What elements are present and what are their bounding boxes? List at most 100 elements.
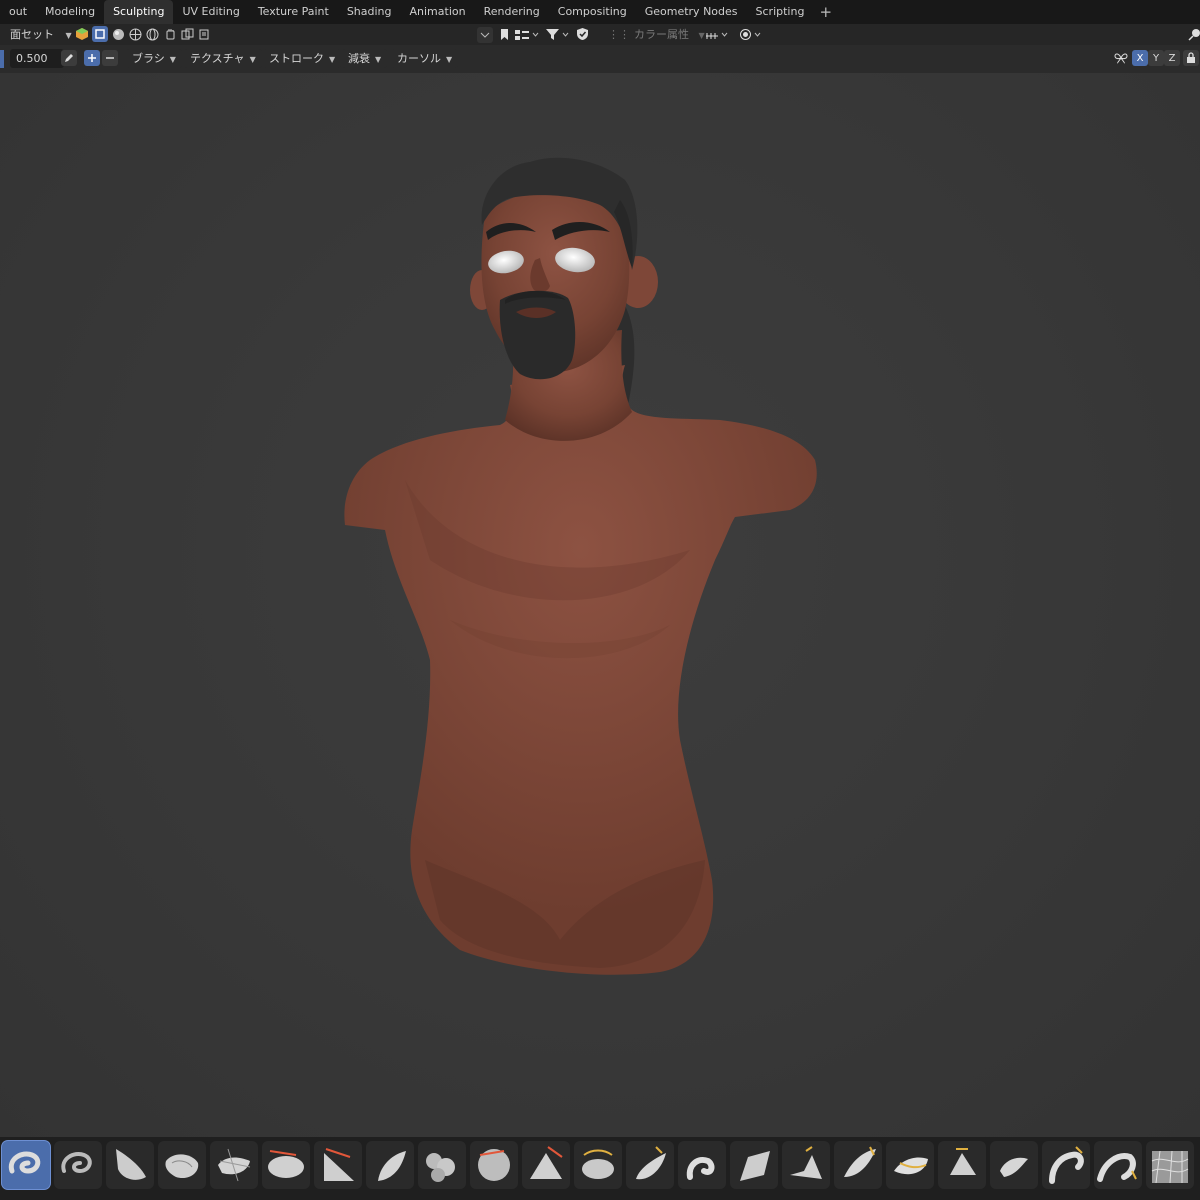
tab-compositing[interactable]: Compositing <box>549 0 636 24</box>
texture-menu[interactable]: テクスチャ ▼ <box>184 49 262 68</box>
tab-layout[interactable]: out <box>0 0 36 24</box>
chevron-down-icon: ▼ <box>169 55 176 64</box>
subtract-direction-icon[interactable] <box>102 50 118 66</box>
brush-crease[interactable] <box>418 1141 466 1189</box>
brush-pinch[interactable] <box>730 1141 778 1189</box>
brush-inflate[interactable] <box>314 1141 362 1189</box>
brush-grab-icon <box>790 1146 822 1179</box>
collapse-icon[interactable] <box>477 27 493 43</box>
tab-shading[interactable]: Shading <box>338 0 401 24</box>
brush-crease-icon <box>426 1153 455 1182</box>
lock-icon[interactable] <box>1183 50 1199 66</box>
brush-draw-sharp-icon <box>61 1152 92 1174</box>
chevron-down-icon: ▼ <box>375 55 382 64</box>
mesh-icon[interactable] <box>74 26 90 42</box>
add-direction-icon[interactable] <box>84 50 100 66</box>
brush-snake-hook[interactable] <box>886 1141 934 1189</box>
palette-icon: ⋮⋮ <box>608 28 630 41</box>
filter-icon[interactable] <box>544 26 572 42</box>
color-attribute-label: カラー属性 <box>634 28 689 41</box>
axis-z-label: Z <box>1168 52 1176 64</box>
brush-pose[interactable] <box>990 1141 1038 1189</box>
workspace-tabs: out Modeling Sculpting UV Editing Textur… <box>0 0 1200 24</box>
brush-blob-icon <box>378 1151 406 1181</box>
tab-sculpting[interactable]: Sculpting <box>104 0 174 24</box>
beard <box>499 290 576 380</box>
add-workspace-button[interactable]: + <box>813 0 838 24</box>
tab-animation[interactable]: Animation <box>401 0 475 24</box>
brush-clay[interactable] <box>106 1141 154 1189</box>
tab-rendering[interactable]: Rendering <box>475 0 549 24</box>
edit-mesh-icon[interactable] <box>196 26 212 42</box>
brush-nudge[interactable] <box>1042 1141 1090 1189</box>
world-icon[interactable] <box>144 26 160 42</box>
brush-rotate-icon <box>1097 1153 1137 1182</box>
tab-geometry-nodes[interactable]: Geometry Nodes <box>636 0 747 24</box>
brush-blob[interactable] <box>366 1141 414 1189</box>
mirror-x-toggle[interactable]: X <box>1132 50 1148 66</box>
box-select-icon[interactable] <box>92 26 108 42</box>
pressure-pen-icon[interactable] <box>61 50 77 66</box>
brush-flatten[interactable] <box>522 1141 570 1189</box>
brush-scrape-icon <box>636 1146 666 1180</box>
strength-field[interactable]: 0.500 <box>10 49 64 68</box>
brush-asset-shelf <box>0 1137 1200 1200</box>
sphere-shading-icon[interactable] <box>110 26 126 42</box>
falloff-menu[interactable]: 減衰 ▼ <box>342 49 388 68</box>
brush-grab[interactable] <box>782 1141 830 1189</box>
symmetry-icon[interactable] <box>704 26 732 42</box>
brush-draw-sharp[interactable] <box>54 1141 102 1189</box>
brush-pose-icon <box>1000 1157 1028 1177</box>
stroke-menu[interactable]: ストローク ▼ <box>263 49 342 68</box>
brush-thumb-icon <box>950 1148 976 1175</box>
brush-elastic-deform[interactable] <box>834 1141 882 1189</box>
brush-draw[interactable] <box>2 1141 50 1189</box>
brush-clay-icon <box>116 1149 146 1180</box>
brush-draw-icon <box>8 1151 41 1174</box>
texture-menu-label: テクスチャ <box>190 52 245 65</box>
butterfly-symmetry-icon[interactable] <box>1113 50 1129 66</box>
pin-icon[interactable] <box>1186 26 1200 42</box>
brush-scrape[interactable] <box>626 1141 674 1189</box>
brush-smooth[interactable] <box>470 1141 518 1189</box>
brush-elastic-deform-icon <box>844 1146 876 1177</box>
brush-pinch-icon <box>740 1151 770 1181</box>
strength-slider-fill <box>0 50 4 68</box>
tab-scripting[interactable]: Scripting <box>747 0 814 24</box>
tab-modeling[interactable]: Modeling <box>36 0 104 24</box>
3d-viewport[interactable] <box>0 73 1200 1137</box>
mirror-y-toggle[interactable]: Y <box>1148 50 1164 66</box>
chevron-down-icon: ▼ <box>329 55 336 64</box>
overlay-icon[interactable] <box>738 26 766 42</box>
brush-fill[interactable] <box>574 1141 622 1189</box>
axis-x-label: X <box>1136 52 1144 64</box>
duplicate-icon[interactable] <box>179 26 195 42</box>
brush-slide-relax-icon <box>1151 1150 1189 1184</box>
display-mode-icon[interactable] <box>513 26 541 42</box>
hand-icon[interactable] <box>162 26 178 42</box>
brush-snake-hook-icon <box>894 1157 928 1175</box>
globe-icon[interactable] <box>127 26 143 42</box>
tab-uv-editing[interactable]: UV Editing <box>173 0 248 24</box>
bookmark-icon[interactable] <box>496 26 512 42</box>
brush-slide-relax[interactable] <box>1146 1141 1194 1189</box>
brush-multiplane-scrape-icon <box>686 1157 715 1180</box>
cursor-menu[interactable]: カーソル ▼ <box>391 49 459 68</box>
brush-clay-strips[interactable] <box>158 1141 206 1189</box>
brush-menu[interactable]: ブラシ ▼ <box>126 49 182 68</box>
mirror-z-toggle[interactable]: Z <box>1164 50 1180 66</box>
stroke-menu-label: ストローク <box>269 52 324 65</box>
brush-clay-strips-icon <box>165 1154 199 1179</box>
brush-layer[interactable] <box>262 1141 310 1189</box>
brush-layer-icon <box>268 1150 304 1178</box>
brush-rotate[interactable] <box>1094 1141 1142 1189</box>
color-attribute-menu[interactable]: ⋮⋮ カラー属性 ▼ <box>608 26 705 43</box>
brush-thumb[interactable] <box>938 1141 986 1189</box>
tab-texture-paint[interactable]: Texture Paint <box>249 0 338 24</box>
brush-multiplane-scrape[interactable] <box>678 1141 726 1189</box>
strength-value: 0.500 <box>16 52 48 65</box>
brush-clay-thumb[interactable] <box>210 1141 258 1189</box>
shield-icon[interactable] <box>574 26 590 42</box>
face-set-menu[interactable]: 面セット ▼ <box>10 26 72 43</box>
sculpt-model <box>344 157 817 975</box>
